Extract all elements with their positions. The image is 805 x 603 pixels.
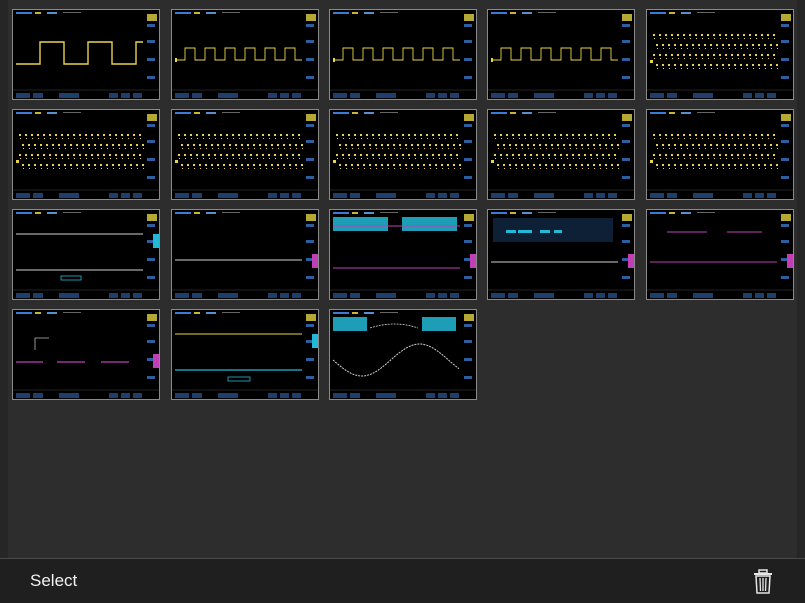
screenshot-thumbnail[interactable] bbox=[12, 309, 160, 400]
screenshot-thumbnail[interactable] bbox=[171, 109, 319, 200]
screenshot-thumbnail[interactable] bbox=[12, 209, 160, 300]
screenshot-thumbnail[interactable] bbox=[171, 309, 319, 400]
screenshot-thumbnail[interactable] bbox=[329, 9, 477, 100]
screenshot-thumbnail[interactable] bbox=[171, 209, 319, 300]
screenshot-thumbnail[interactable] bbox=[329, 209, 477, 300]
screenshot-thumbnail[interactable] bbox=[329, 109, 477, 200]
trash-icon[interactable] bbox=[751, 569, 775, 595]
screenshot-thumbnail[interactable] bbox=[646, 109, 794, 200]
bottom-toolbar: Select bbox=[0, 558, 805, 603]
screenshot-thumbnail[interactable] bbox=[487, 109, 635, 200]
screenshot-thumbnail[interactable] bbox=[12, 109, 160, 200]
screenshot-thumbnail[interactable] bbox=[646, 9, 794, 100]
screenshot-gallery bbox=[0, 0, 805, 558]
screenshot-thumbnail[interactable] bbox=[171, 9, 319, 100]
screenshot-thumbnail[interactable] bbox=[487, 9, 635, 100]
screenshot-thumbnail[interactable] bbox=[12, 9, 160, 100]
screenshot-thumbnail[interactable] bbox=[646, 209, 794, 300]
screenshot-thumbnail[interactable] bbox=[329, 309, 477, 400]
screenshot-thumbnail[interactable] bbox=[487, 209, 635, 300]
select-button[interactable]: Select bbox=[30, 571, 77, 591]
